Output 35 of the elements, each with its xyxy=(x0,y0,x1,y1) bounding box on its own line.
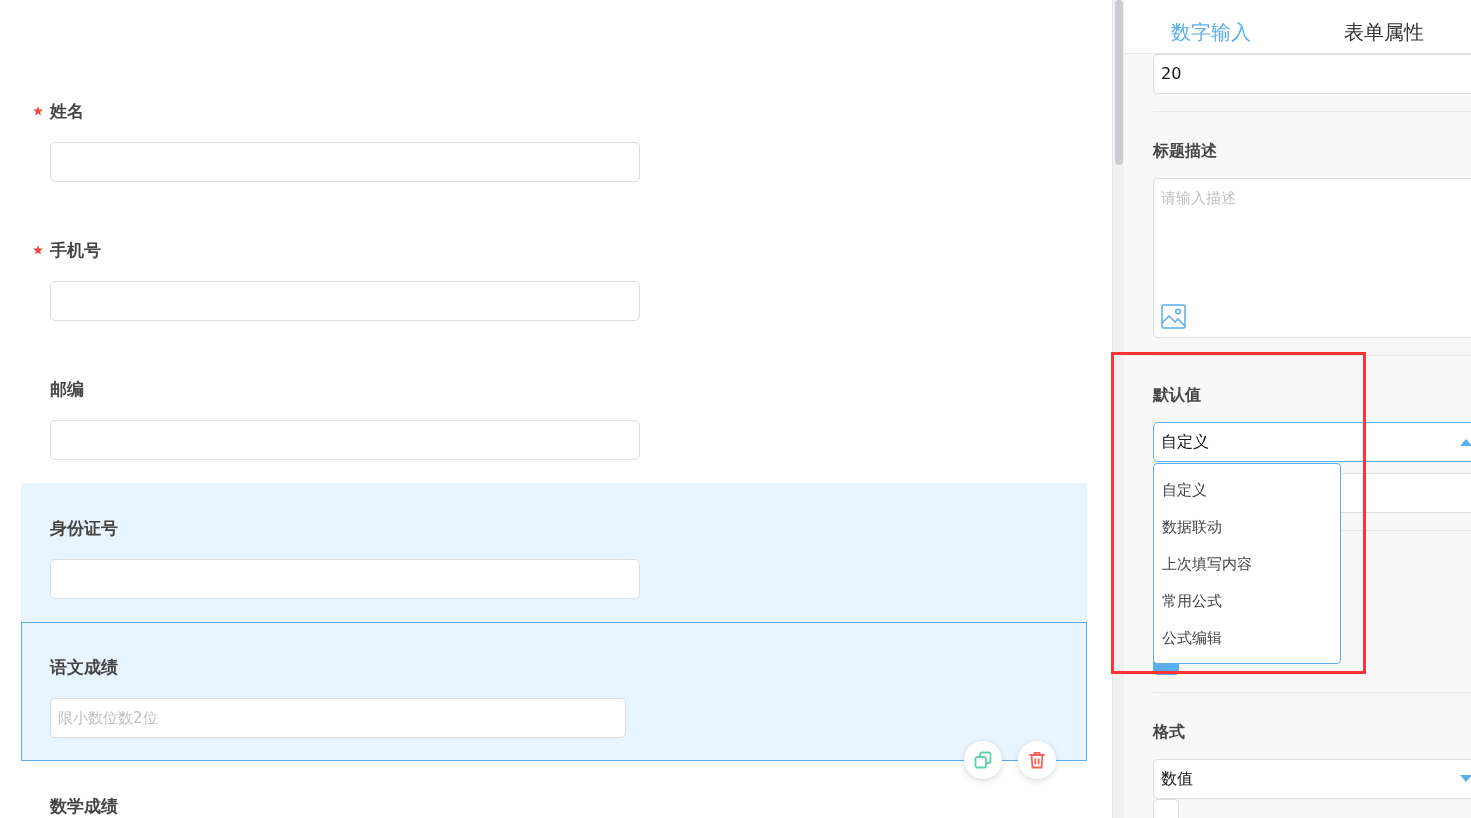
selected-field-panel[interactable]: 语文成绩 限小数位数2位 xyxy=(21,622,1087,761)
select-field[interactable]: 数值 xyxy=(1153,759,1471,799)
dropdown-option[interactable]: 常用公式 xyxy=(1154,583,1340,620)
copy-icon xyxy=(974,751,992,769)
field-label: 数学成绩 xyxy=(50,795,118,817)
scrollbar-thumb[interactable] xyxy=(1115,0,1123,165)
text-input-field[interactable] xyxy=(50,559,640,599)
select-field[interactable]: 自定义 xyxy=(1153,422,1471,462)
text-input-field[interactable] xyxy=(50,142,640,182)
dropdown-option[interactable]: 数据联动 xyxy=(1154,509,1340,546)
dropdown-option[interactable]: 自定义 xyxy=(1154,472,1340,509)
copy-button[interactable] xyxy=(964,741,1002,779)
section-label: 默认值 xyxy=(1153,384,1202,406)
section-label: 标题描述 xyxy=(1153,140,1218,162)
text-input-field[interactable] xyxy=(50,420,640,460)
caret-icon xyxy=(1460,775,1471,783)
checkbox[interactable] xyxy=(1153,799,1179,818)
field-label: 身份证号 xyxy=(50,517,118,539)
dropdown-option[interactable]: 上次填写内容 xyxy=(1154,546,1340,583)
text-input-field[interactable]: 20 xyxy=(1153,54,1471,94)
panel-tab[interactable]: 表单属性 xyxy=(1297,0,1471,53)
image-icon[interactable] xyxy=(1161,304,1186,329)
field-label: 姓名 xyxy=(50,100,84,122)
caret-icon xyxy=(1460,438,1471,446)
field-label: 语文成绩 xyxy=(50,656,118,678)
field-label: 手机号 xyxy=(50,239,101,261)
placeholder-text: 请输入描述 xyxy=(1161,188,1237,209)
hovered-field-panel[interactable]: 身份证号 xyxy=(21,483,1087,622)
text-input-field[interactable]: 限小数位数2位 xyxy=(50,698,626,738)
section-label: 格式 xyxy=(1153,721,1186,743)
trash-icon xyxy=(1028,751,1046,769)
text-input-field[interactable] xyxy=(50,281,640,321)
dropdown-option[interactable]: 公式编辑 xyxy=(1154,620,1340,657)
field-label: 邮编 xyxy=(50,378,84,400)
delete-button[interactable] xyxy=(1018,741,1056,779)
